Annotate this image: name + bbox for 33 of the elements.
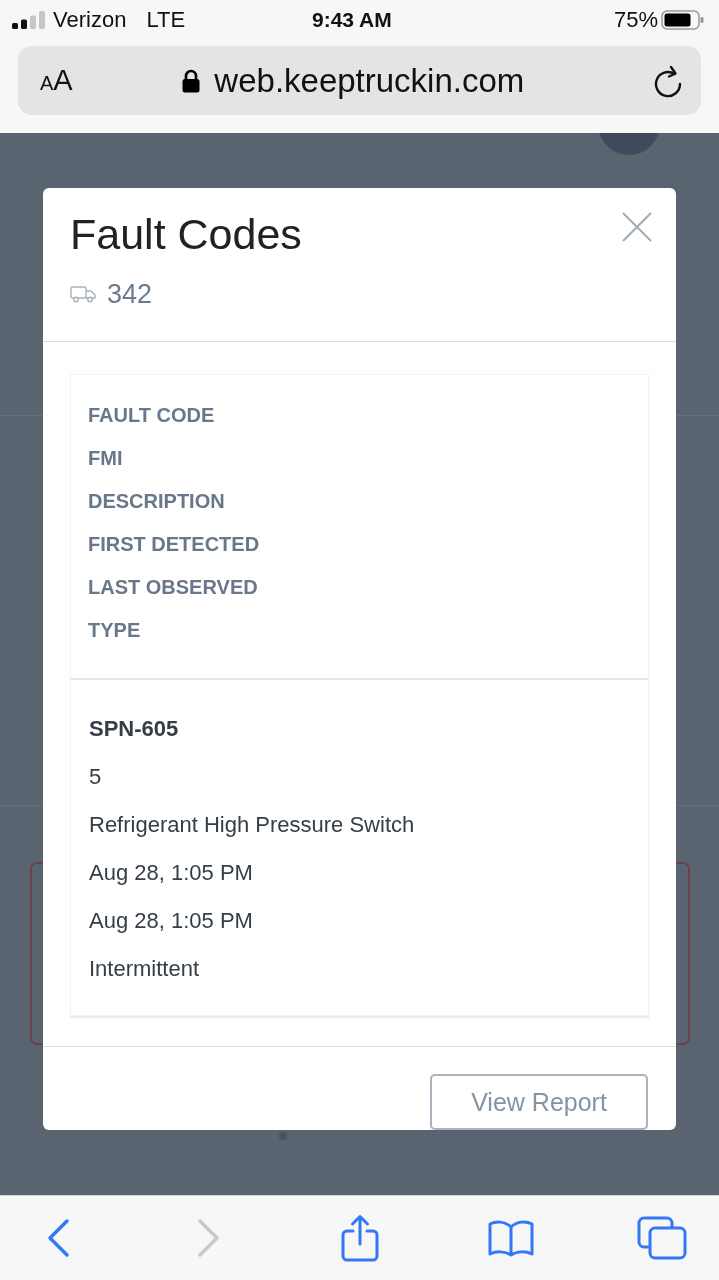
truck-icon [70, 285, 96, 303]
tabs-icon [637, 1216, 687, 1260]
text-size-button[interactable]: AA [40, 66, 73, 95]
field-value: Refrigerant High Pressure Switch [89, 811, 416, 839]
column-label: TYPE [88, 618, 142, 643]
chevron-right-icon [196, 1218, 222, 1258]
column-label: DESCRIPTION [88, 489, 226, 514]
column-label: FAULT CODE [88, 403, 216, 428]
clock-time: 9:43 AM [312, 8, 392, 32]
close-button[interactable] [621, 211, 653, 243]
chevron-left-icon [45, 1218, 71, 1258]
share-icon [340, 1214, 380, 1262]
field-value: Aug 28, 1:05 PM [89, 907, 254, 935]
column-label: LAST OBSERVED [88, 575, 259, 600]
fault-code-value: SPN-605 [89, 715, 180, 743]
field-value: Aug 28, 1:05 PM [89, 859, 254, 887]
url-text: web.keeptruckin.com [214, 61, 525, 100]
reload-icon [653, 63, 683, 98]
field-value: Intermittent [89, 955, 201, 983]
carrier-name: Verizon [53, 7, 127, 33]
column-label: FIRST DETECTED [88, 532, 261, 557]
address-bar[interactable]: AA web.keeptruckin.com [18, 46, 701, 115]
modal-title: Fault Codes [70, 210, 302, 258]
signal-icon [12, 11, 46, 29]
column-label: FMI [88, 446, 124, 471]
field-value: 5 [89, 763, 103, 791]
battery-icon [661, 10, 705, 30]
vehicle-number: 342 [107, 278, 153, 310]
battery-percent: 75% [613, 7, 658, 33]
book-icon [487, 1219, 535, 1257]
reload-button[interactable] [653, 63, 683, 98]
network-type: LTE [146, 7, 186, 33]
close-icon [621, 211, 653, 243]
